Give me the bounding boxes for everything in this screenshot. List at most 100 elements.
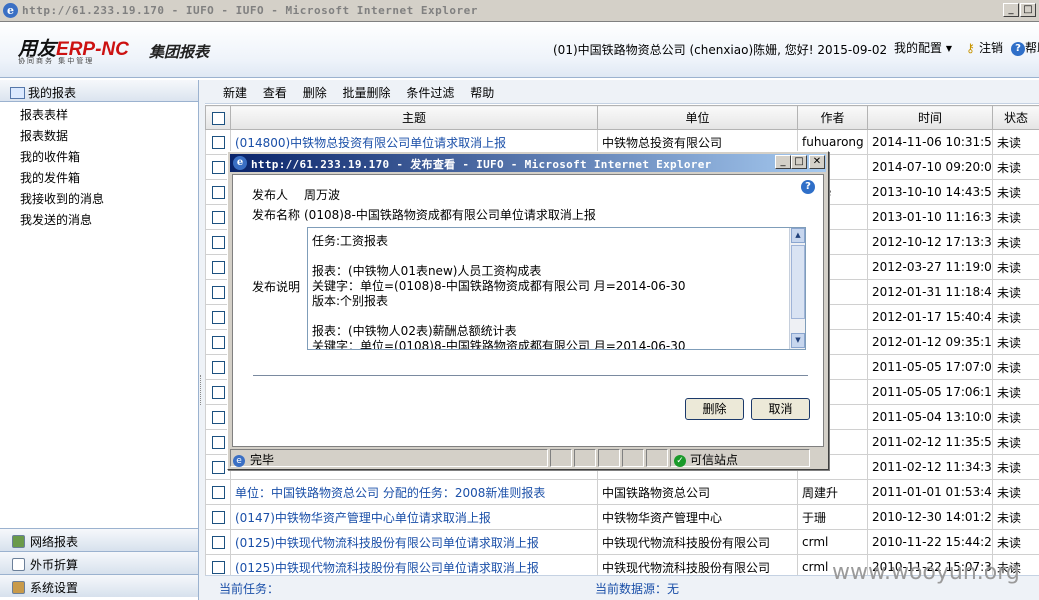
sidebar-item-report-template[interactable]: 报表表样 [0, 102, 198, 123]
row-checkbox[interactable] [211, 536, 225, 549]
current-task-label: 当前任务： [219, 582, 280, 596]
desc-line: 任务:工资报表 [312, 234, 389, 248]
row-checkbox[interactable] [211, 161, 225, 174]
row-checkbox[interactable] [211, 236, 225, 249]
globe-icon [12, 535, 25, 548]
row-checkbox[interactable] [211, 411, 225, 424]
time-cell: 2010-12-30 14:01:26 [867, 504, 993, 530]
status-cell: 未读 [992, 229, 1039, 255]
sidebar-footer-network-reports[interactable]: 网络报表 [0, 528, 198, 551]
row-checkbox[interactable] [211, 436, 225, 449]
dialog-cancel-button[interactable]: 取消 [751, 398, 810, 420]
filter-button[interactable]: 条件过滤 [406, 86, 454, 100]
row-checkbox[interactable] [211, 211, 225, 224]
scroll-thumb[interactable] [791, 245, 805, 319]
ie-icon: e [233, 156, 247, 170]
sidebar-item-report-data[interactable]: 报表数据 [0, 123, 198, 144]
row-checkbox[interactable] [211, 261, 225, 274]
desc-line: 关键字：单位=(0108)8-中国铁路物资成都有限公司 月=2014-06-30 [312, 339, 686, 350]
status-text: 未读 [997, 210, 1022, 225]
delete-button[interactable]: 删除 [303, 86, 327, 100]
status-cell: 未读 [992, 154, 1039, 180]
status-text: 未读 [997, 410, 1022, 425]
subject-text[interactable]: (0147)中铁物华资产管理中心单位请求取消上报 [235, 511, 491, 525]
subject-text[interactable]: (0125)中铁现代物流科技股份有限公司单位请求取消上报 [235, 536, 539, 550]
toolbar-help-button[interactable]: 帮助 [470, 86, 494, 100]
minimize-button[interactable]: _ [1003, 3, 1019, 17]
logout-link[interactable]: ⚷ 注销 [966, 39, 1003, 56]
column-header-subject[interactable]: 主题 [230, 105, 598, 130]
author-text: 周建升 [802, 485, 839, 500]
new-button[interactable]: 新建 [223, 86, 247, 100]
row-checkbox[interactable] [211, 136, 225, 149]
dialog-separator [253, 375, 808, 376]
subject-text[interactable]: (014800)中铁物总投资有限公司单位请求取消上报 [235, 136, 506, 150]
status-cell: 未读 [992, 454, 1039, 480]
status-cell: 未读 [992, 529, 1039, 555]
dialog-help-icon[interactable]: ? [801, 180, 815, 194]
status-text: 未读 [997, 435, 1022, 450]
maximize-button[interactable]: □ [1020, 3, 1036, 17]
unit-text: 中铁现代物流科技股份有限公司 [602, 560, 771, 575]
column-header-status[interactable]: 状态 [992, 105, 1039, 130]
sidebar-footer-system-settings[interactable]: 系统设置 [0, 574, 198, 597]
sidebar-item-sent-messages[interactable]: 我发送的消息 [0, 207, 198, 228]
table-row[interactable]: (0125)中铁现代物流科技股份有限公司单位请求取消上报 中铁现代物流科技股份有限… [205, 529, 1039, 555]
row-checkbox[interactable] [211, 361, 225, 374]
settings-icon [12, 581, 25, 594]
status-text: 未读 [997, 160, 1022, 175]
ie-icon: e [3, 3, 18, 18]
table-header-row: 主题 单位 作者 时间 状态 [205, 105, 1039, 130]
subject-cell: (0125)中铁现代物流科技股份有限公司单位请求取消上报 [230, 529, 598, 555]
row-checkbox[interactable] [211, 336, 225, 349]
status-text: 未读 [997, 485, 1022, 500]
subject-text[interactable]: 单位：中国铁路物资总公司 分配的任务：2008新准则报表 [235, 486, 545, 500]
time-cell: 2012-01-17 15:40:43 [867, 304, 993, 330]
publish-desc-textarea[interactable]: 任务:工资报表 报表：(中铁物人01表new)人员工资构成表 关键字：单位=(010… [307, 227, 806, 350]
window-title: http://61.233.19.170 - IUFO - IUFO - Mic… [22, 4, 478, 17]
app-header: 用友ERP-NC 协同商务 集中管理 集团报表 (01)中国铁路物资总公司 (c… [0, 22, 1039, 78]
sidebar-footer-currency-conversion[interactable]: 外币折算 [0, 551, 198, 574]
row-checkbox[interactable] [211, 486, 225, 499]
row-checkbox[interactable] [211, 186, 225, 199]
row-checkbox[interactable] [211, 311, 225, 324]
splitter-grip[interactable] [200, 375, 204, 405]
table-row[interactable]: 单位：中国铁路物资总公司 分配的任务：2008新准则报表 中国铁路物资总公司 周建升… [205, 479, 1039, 505]
column-header-unit[interactable]: 单位 [597, 105, 798, 130]
row-checkbox[interactable] [211, 561, 225, 574]
publisher-value: 周万波 [304, 188, 341, 202]
dialog-maximize-button[interactable]: □ [791, 155, 807, 169]
column-header-author[interactable]: 作者 [797, 105, 868, 130]
row-checkbox[interactable] [211, 511, 225, 524]
dialog-delete-button[interactable]: 删除 [685, 398, 744, 420]
watermark: www.wooyun.org [832, 560, 1020, 585]
help-link[interactable]: ?帮助 [1011, 39, 1039, 56]
select-all-checkbox[interactable] [211, 111, 225, 125]
scroll-down-icon[interactable]: ▼ [791, 333, 805, 348]
row-checkbox[interactable] [211, 386, 225, 399]
my-config-menu[interactable]: 我的配置 ▼ [894, 39, 952, 56]
sidebar-item-outbox[interactable]: 我的发件箱 [0, 165, 198, 186]
scroll-up-icon[interactable]: ▲ [791, 228, 805, 243]
status-cell: 未读 [992, 204, 1039, 230]
row-checkbox[interactable] [211, 461, 225, 474]
user-info: (01)中国铁路物资总公司 (chenxiao)陈姗, 您好! 2015-09-… [553, 43, 888, 57]
subject-text[interactable]: (0125)中铁现代物流科技股份有限公司单位请求取消上报 [235, 561, 539, 575]
dialog-close-button[interactable]: ✕ [809, 155, 825, 169]
sidebar-header-my-reports[interactable]: 我的报表 [0, 80, 198, 102]
dialog-minimize-button[interactable]: _ [775, 155, 791, 169]
unit-cell: 中铁物华资产管理中心 [597, 504, 798, 530]
view-button[interactable]: 查看 [263, 86, 287, 100]
batch-delete-button[interactable]: 批量删除 [343, 86, 391, 100]
sidebar-item-inbox[interactable]: 我的收件箱 [0, 144, 198, 165]
row-checkbox[interactable] [211, 286, 225, 299]
textarea-scrollbar[interactable]: ▲ ▼ [789, 228, 805, 349]
column-header-time[interactable]: 时间 [867, 105, 993, 130]
sidebar-item-received-messages[interactable]: 我接收到的消息 [0, 186, 198, 207]
author-text: 于珊 [802, 510, 827, 525]
sidebar: 我的报表 报表表样 报表数据 我的收件箱 我的发件箱 我接收到的消息 我发送的消… [0, 80, 199, 600]
time-text: 2011-05-05 17:06:15 [872, 385, 993, 399]
status-text: 未读 [997, 360, 1022, 375]
table-row[interactable]: (0147)中铁物华资产管理中心单位请求取消上报 中铁物华资产管理中心 于珊 2010… [205, 504, 1039, 530]
time-cell: 2014-07-10 09:20:06 [867, 154, 993, 180]
